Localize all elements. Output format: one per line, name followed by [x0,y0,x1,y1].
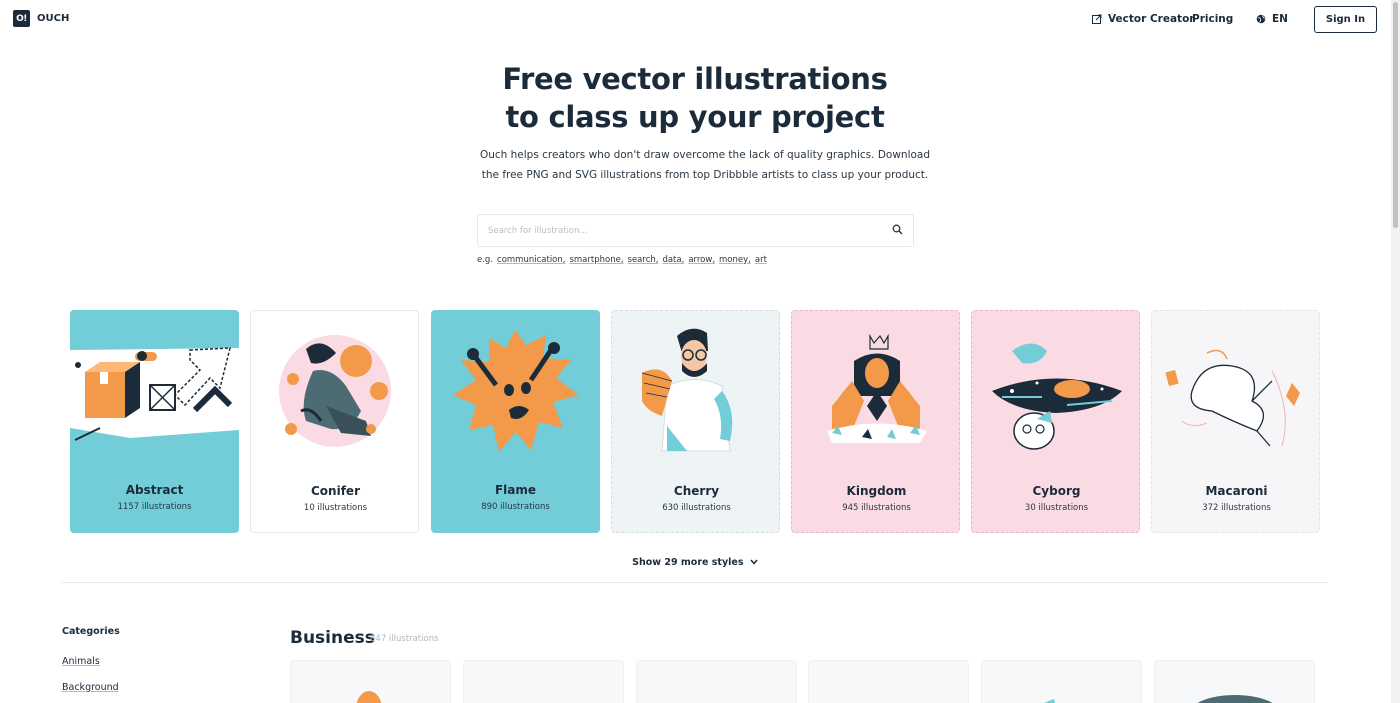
example-smartphone[interactable]: smartphone, [569,255,623,265]
style-count: 630 illustrations [662,503,731,513]
categories-heading: Categories [62,626,120,637]
example-arrow[interactable]: arrow, [688,255,715,265]
kingdom-illustration [827,333,927,443]
cyborg-illustration [992,343,1122,450]
page-title: Free vector illustrations to class up yo… [0,60,1390,136]
style-card-cherry[interactable]: Cherry 630 illustrations [611,310,780,533]
style-name: Flame [494,483,537,497]
subtitle-line-1: Ouch helps creators who don't draw overc… [479,149,931,161]
macaroni-illustration [1165,349,1300,447]
illustration-thumb[interactable] [290,660,451,703]
search-box [477,214,914,247]
globe-icon [1256,14,1266,24]
example-communication[interactable]: communication, [497,255,565,265]
abstract-illustration [70,347,239,441]
thumb-art [356,691,382,703]
illustration-thumb[interactable] [808,660,969,703]
section-count: 847 illustrations [370,634,439,644]
illustration-thumb[interactable] [636,660,797,703]
external-link-icon [1092,14,1102,24]
show-more-label: Show 29 more styles [632,557,744,568]
title-line-2: to class up your project [505,100,885,134]
example-search[interactable]: search, [628,255,659,265]
style-name: Cyborg [1032,484,1081,498]
style-card-conifer[interactable]: Conifer 10 illustrations [250,310,419,533]
style-card-macaroni[interactable]: Macaroni 372 illustrations [1151,310,1320,533]
logo[interactable]: O! OUCH [13,10,69,27]
illustration-thumb[interactable] [463,660,624,703]
hero-subtitle: Ouch helps creators who don't draw overc… [470,145,940,185]
top-header: O! OUCH Vector Creator Pricing EN Sign I… [0,0,1400,40]
vector-creator-label: Vector Creator [1108,13,1195,25]
search-examples: e.g. communication, smartphone, search, … [477,255,767,265]
style-count: 30 illustrations [1024,503,1089,513]
cherry-illustration [641,328,733,452]
example-money[interactable]: money, [719,255,751,265]
category-background[interactable]: Background [62,682,119,693]
chevron-down-icon [750,557,758,568]
language-selector[interactable]: EN [1256,13,1288,25]
conifer-illustration [279,335,391,447]
style-name: Kingdom [846,484,907,498]
style-card-kingdom[interactable]: Kingdom 945 illustrations [791,310,960,533]
pricing-link[interactable]: Pricing [1192,13,1233,25]
vector-creator-link[interactable]: Vector Creator [1092,13,1194,25]
logo-text: OUCH [37,13,70,24]
style-count: 890 illustrations [481,502,550,512]
show-more-styles-button[interactable]: Show 29 more styles [0,557,1390,568]
style-card-flame[interactable]: Flame 890 illustrations [431,310,600,533]
style-count: 10 illustrations [303,503,368,513]
language-label: EN [1272,13,1288,25]
example-data[interactable]: data, [662,255,684,265]
style-count: 945 illustrations [842,503,911,513]
section-divider [62,582,1328,583]
section-title: Business [290,628,375,648]
title-line-1: Free vector illustrations [502,62,888,96]
style-name: Abstract [125,483,184,497]
style-name: Macaroni [1205,484,1268,498]
style-name: Cherry [673,484,720,498]
logo-mark: O! [13,10,30,27]
thumb-art [1044,699,1055,703]
scrollbar-thumb[interactable] [1393,2,1398,228]
style-card-abstract[interactable]: Abstract 1157 illustrations [70,310,239,533]
search-icon[interactable] [892,224,903,235]
style-count: 1157 illustrations [117,502,192,512]
sign-in-button[interactable]: Sign In [1314,6,1377,33]
style-count: 372 illustrations [1202,503,1271,513]
style-name: Conifer [311,484,360,498]
category-animals[interactable]: Animals [62,656,100,667]
example-art[interactable]: art [755,255,767,265]
search-input[interactable] [488,223,878,239]
examples-prefix: e.g. [477,255,494,265]
style-card-cyborg[interactable]: Cyborg 30 illustrations [971,310,1140,533]
subtitle-line-2: the free PNG and SVG illustrations from … [481,169,929,181]
illustration-thumb[interactable] [1154,660,1315,703]
illustration-thumb[interactable] [981,660,1142,703]
flame-illustration [453,330,579,452]
thumb-art [1197,695,1273,703]
